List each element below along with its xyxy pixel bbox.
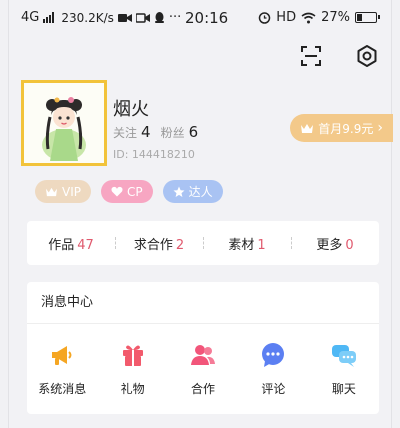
battery-percent: 27% — [321, 10, 350, 25]
badge-row: VIP CP 达人 — [35, 180, 223, 203]
crown-icon — [46, 187, 57, 197]
user-id: ID: 144418210 — [113, 148, 195, 161]
network-speed: 230.2K/s — [61, 10, 114, 25]
settings-icon[interactable] — [353, 42, 381, 70]
tab-label: 更多 — [316, 237, 343, 253]
tab-more[interactable]: 更多 0 — [291, 234, 379, 253]
status-bar: 4G 230.2K/s ··· 20:16 HD 27% — [9, 6, 391, 32]
vip-badge[interactable]: VIP — [35, 180, 91, 203]
network-type: 4G — [21, 10, 40, 25]
avatar[interactable] — [21, 80, 107, 166]
tab-count: 0 — [345, 237, 354, 253]
tab-label: 求合作 — [133, 237, 173, 253]
tab-count: 2 — [175, 237, 185, 253]
badge-label: 达人 — [188, 185, 213, 199]
follow-stats: 关注 4 粉丝 6 — [113, 123, 204, 141]
fans-label[interactable]: 粉丝 — [161, 124, 185, 141]
item-label: 系统消息 — [38, 382, 87, 396]
content-tabs: 作品 47 求合作 2 素材 1 更多 0 — [27, 221, 379, 265]
video-icon — [117, 13, 132, 22]
promo-label: 首月9.9元 — [318, 121, 374, 136]
chevron-right-icon: › — [377, 120, 383, 136]
star-icon — [173, 186, 185, 197]
crown-icon — [301, 124, 314, 133]
item-label: 合作 — [191, 382, 216, 396]
hd-indicator: HD — [276, 10, 297, 25]
message-center-title: 消息中心 — [27, 282, 379, 324]
cp-badge[interactable]: CP — [100, 180, 153, 203]
tab-materials[interactable]: 素材 1 — [203, 234, 291, 253]
heart-icon — [111, 186, 123, 197]
tab-works[interactable]: 作品 47 — [27, 234, 115, 253]
clock: 20:16 — [185, 9, 229, 27]
people-icon — [191, 345, 216, 365]
phone-screen: 4G 230.2K/s ··· 20:16 HD 27% 烟火 关注 4 粉丝 … — [8, 0, 393, 428]
tab-count: 1 — [257, 237, 266, 253]
qq-icon — [154, 11, 164, 23]
collaboration-item[interactable]: 合作 — [168, 342, 238, 397]
item-label: 评论 — [261, 382, 286, 396]
badge-label: CP — [126, 184, 143, 199]
scan-icon[interactable] — [297, 42, 325, 70]
expert-badge[interactable]: 达人 — [162, 180, 223, 203]
chat-icon — [331, 345, 356, 367]
following-label[interactable]: 关注 — [113, 124, 137, 141]
vip-promo-button[interactable]: 首月9.9元 › — [290, 114, 393, 142]
fans-count[interactable]: 6 — [189, 123, 199, 141]
user-name: 烟火 — [113, 99, 149, 120]
tab-label: 素材 — [228, 237, 255, 253]
megaphone-icon — [52, 346, 72, 365]
alarm-icon — [259, 12, 271, 24]
message-center: 消息中心 系统消息 礼物 合作 评论 聊天 — [27, 282, 379, 414]
tab-collaboration[interactable]: 求合作 2 — [115, 234, 203, 253]
following-count[interactable]: 4 — [141, 123, 151, 141]
item-label: 聊天 — [331, 382, 356, 396]
tab-label: 作品 — [48, 237, 75, 253]
signal-icon — [43, 12, 55, 23]
tab-count: 47 — [77, 237, 94, 253]
battery-icon — [355, 12, 380, 23]
avatar-image — [24, 83, 104, 163]
item-label: 礼物 — [120, 382, 145, 396]
system-messages-item[interactable]: 系统消息 — [27, 342, 97, 397]
more-dots: ··· — [168, 10, 182, 25]
wifi-icon — [301, 12, 316, 23]
comments-item[interactable]: 评论 — [238, 342, 308, 397]
gifts-item[interactable]: 礼物 — [97, 342, 167, 397]
camera-icon — [135, 12, 150, 23]
chat-item[interactable]: 聊天 — [309, 342, 379, 397]
badge-label: VIP — [62, 184, 81, 199]
gift-icon — [122, 345, 143, 366]
comment-icon — [262, 343, 285, 367]
